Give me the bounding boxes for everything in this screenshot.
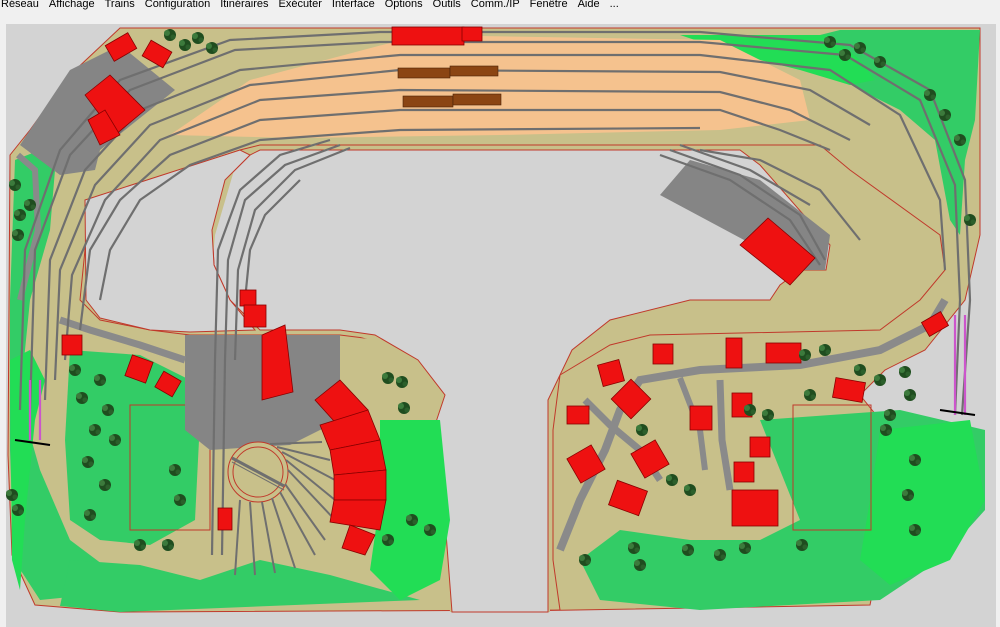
menu-outils[interactable]: Outils (428, 0, 466, 10)
menu-trains[interactable]: Trains (100, 0, 140, 10)
turntable[interactable] (227, 441, 289, 503)
menu-affichage[interactable]: Affichage (44, 0, 100, 10)
menu-options[interactable]: Options (380, 0, 428, 10)
track-plan[interactable] (6, 24, 996, 627)
menu-configuration[interactable]: Configuration (140, 0, 215, 10)
menu-fenetre[interactable]: Fenêtre (525, 0, 573, 10)
menu-executer[interactable]: Exécuter (273, 0, 326, 10)
menu-aide[interactable]: Aide (573, 0, 605, 10)
menu-bar: Réseau Affichage Trains Configuration It… (0, 0, 1000, 10)
menu-interface[interactable]: Interface (327, 0, 380, 10)
menu-more[interactable]: ... (605, 0, 624, 10)
menu-itineraires[interactable]: Itinéraires (215, 0, 273, 10)
layout-canvas[interactable] (6, 24, 996, 627)
menu-comm-ip[interactable]: Comm./IP (466, 0, 525, 10)
menu-reseau[interactable]: Réseau (0, 0, 44, 10)
